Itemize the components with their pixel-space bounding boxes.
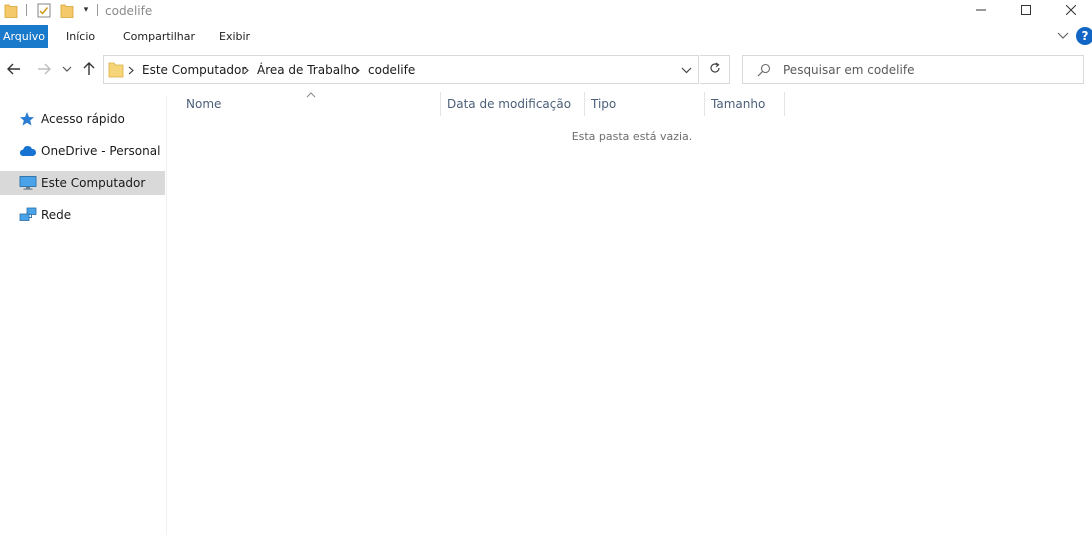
sidebar-item-acesso-rapido[interactable]: Acesso rápido — [0, 107, 165, 131]
folder-icon — [108, 61, 124, 78]
column-divider[interactable] — [440, 92, 441, 116]
empty-folder-message: Esta pasta está vazia. — [571, 130, 693, 143]
computer-icon — [19, 175, 37, 191]
sidebar-item-onedrive[interactable]: OneDrive - Personal — [0, 139, 165, 163]
column-divider[interactable] — [584, 92, 585, 116]
column-header-tamanho[interactable]: Tamanho — [711, 92, 765, 116]
refresh-button[interactable] — [700, 55, 730, 84]
tab-inicio[interactable]: Início — [60, 25, 101, 48]
breadcrumb-area-de-trabalho[interactable]: Área de Trabalho — [257, 61, 358, 79]
file-list: Nome Data de modificação Tipo Tamanho Es… — [168, 86, 1092, 535]
tab-compartilhar[interactable]: Compartilhar — [117, 25, 201, 48]
folder-icon — [4, 3, 18, 18]
refresh-icon — [709, 62, 721, 77]
navigation-bar: Este Computador Área de Trabalho codelif… — [0, 53, 1092, 85]
search-icon — [757, 63, 771, 77]
sidebar-item-label: Rede — [41, 208, 72, 222]
search-box[interactable] — [742, 55, 1084, 84]
column-header-tipo[interactable]: Tipo — [591, 92, 616, 116]
star-icon — [19, 111, 37, 127]
sidebar-item-label: Este Computador — [41, 176, 146, 190]
chevron-down-icon[interactable] — [1054, 28, 1072, 44]
close-icon — [1065, 4, 1076, 18]
cloud-icon — [19, 143, 37, 159]
up-arrow-icon[interactable] — [79, 59, 99, 79]
breadcrumb-este-computador[interactable]: Este Computador — [142, 61, 246, 79]
maximize-icon — [1020, 4, 1031, 18]
sidebar-item-rede[interactable]: Rede — [0, 203, 165, 227]
sidebar-item-label: OneDrive - Personal — [41, 144, 161, 158]
tab-exibir[interactable]: Exibir — [213, 25, 256, 48]
chevron-right-icon — [126, 62, 136, 78]
forward-arrow-icon[interactable] — [34, 59, 54, 79]
address-bar[interactable]: Este Computador Área de Trabalho codelif… — [103, 55, 699, 84]
close-button[interactable] — [1048, 0, 1092, 22]
back-arrow-icon[interactable] — [4, 59, 24, 79]
recent-locations-icon[interactable] — [59, 59, 75, 79]
chevron-right-icon[interactable] — [241, 62, 251, 78]
title-bar: ▾ codelife — [0, 0, 1092, 22]
new-folder-icon[interactable] — [60, 3, 74, 18]
help-icon[interactable]: ? — [1076, 27, 1092, 45]
qat-separator — [26, 4, 27, 16]
column-header-nome[interactable]: Nome — [186, 92, 221, 116]
search-input[interactable] — [783, 60, 1073, 80]
navigation-pane: Acesso rápido OneDrive - Personal Este C… — [0, 96, 167, 535]
column-divider[interactable] — [704, 92, 705, 116]
qat-customize-icon[interactable]: ▾ — [80, 3, 92, 17]
chevron-right-icon[interactable] — [352, 62, 362, 78]
minimize-button[interactable] — [958, 0, 1003, 22]
address-dropdown-icon[interactable] — [678, 62, 694, 78]
qat-separator — [97, 4, 98, 16]
column-divider[interactable] — [784, 92, 785, 116]
properties-icon[interactable] — [37, 3, 51, 18]
network-icon — [19, 207, 37, 223]
sort-ascending-icon — [305, 88, 317, 98]
minimize-icon — [975, 4, 986, 18]
sidebar-item-label: Acesso rápido — [41, 112, 125, 126]
sidebar-item-este-computador[interactable]: Este Computador — [0, 171, 165, 195]
maximize-button[interactable] — [1003, 0, 1048, 22]
breadcrumb-codelife[interactable]: codelife — [368, 61, 415, 79]
column-header-data-de-modificacao[interactable]: Data de modificação — [447, 92, 571, 116]
tab-arquivo[interactable]: Arquivo — [0, 25, 48, 48]
window-title: codelife — [105, 4, 153, 18]
ribbon-tabs: Arquivo Início Compartilhar Exibir ? — [0, 25, 1092, 49]
